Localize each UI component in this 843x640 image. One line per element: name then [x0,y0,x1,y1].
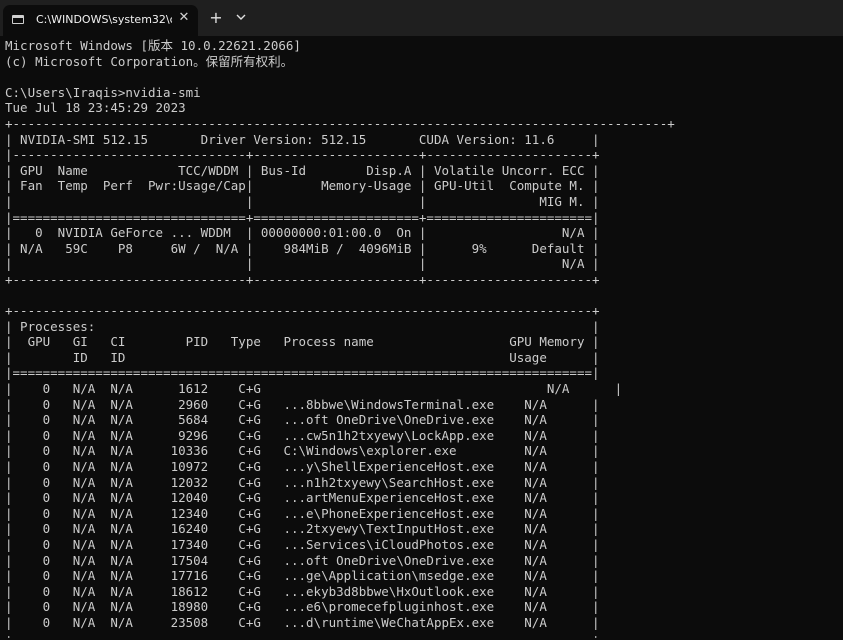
terminal-icon [12,15,24,24]
console-line: | GPU GI CI PID Type Process name GPU Me… [5,334,600,350]
console-line: | 0 N/A N/A 9296 C+G ...cw5n1h2txyewy\Lo… [5,427,600,443]
console-line: | 0 N/A N/A 12032 C+G ...n1h2txyewy\Sear… [5,474,600,490]
console-line: | 0 N/A N/A 17504 C+G ...oft OneDrive\On… [5,552,600,568]
console-line: +---------------------------------------… [5,303,600,319]
console-line: Microsoft Windows [版本 10.0.22621.2066] [5,38,301,53]
close-tab-icon[interactable]: ✕ [177,11,191,25]
console-line: | | | N/A | [5,256,600,272]
console-line: | 0 N/A N/A 1612 C+G N/A | [5,381,623,397]
console-line: | 0 N/A N/A 16240 C+G ...2txyewy\TextInp… [5,521,600,537]
tab-title: C:\WINDOWS\system32\cmd. [36,13,172,26]
console-line: | 0 N/A N/A 18980 C+G ...e6\promecefplug… [5,599,600,615]
console-line: +---------------------------------------… [5,631,837,638]
console-line: | 0 N/A N/A 18612 C+G ...ekyb3d8bbwe\HxO… [5,583,600,599]
new-tab-button[interactable]: + [207,9,225,27]
console-line: | 0 NVIDIA GeForce ... WDDM | 00000000:0… [5,225,600,241]
console-line: | 0 N/A N/A 5684 C+G ...oft OneDrive\One… [5,412,600,428]
tab-cmd[interactable]: C:\WINDOWS\system32\cmd. ✕ [3,5,198,36]
console-line: | 0 N/A N/A 2960 C+G ...8bbwe\WindowsTer… [5,396,600,412]
console-line: | 0 N/A N/A 10336 C+G C:\Windows\explore… [5,443,600,459]
console-line: | 0 N/A N/A 12340 C+G ...e\PhoneExperien… [5,505,600,521]
console-line: | Processes: | [5,318,600,334]
console-line: | NVIDIA-SMI 512.15 Driver Version: 512.… [5,131,600,147]
console-line: (c) Microsoft Corporation。保留所有权利。 [5,53,294,69]
console-output[interactable]: Microsoft Windows [版本 10.0.22621.2066] (c… [5,38,837,638]
console-line: +-------------------------------+-------… [5,271,600,287]
console-line: | GPU Name TCC/WDDM | Bus-Id Disp.A | Vo… [5,162,600,178]
console-line: |=======================================… [5,365,600,381]
console-line: | | | MIG M. | [5,193,600,209]
console-line: | N/A 59C P8 6W / N/A | 984MiB / 4096MiB… [5,240,600,256]
chevron-down-icon[interactable] [234,10,248,24]
console-line: Tue Jul 18 23:45:29 2023 [5,100,186,116]
console-line: C:\Users\Iraqis>nvidia-smi [5,84,201,100]
console-line: |===============================+=======… [5,209,600,225]
console-line: | 0 N/A N/A 23508 C+G ...d\runtime\WeCha… [5,614,600,630]
console-line: | 0 N/A N/A 17716 C+G ...ge\Application\… [5,568,600,584]
console-line: +---------------------------------------… [5,115,675,131]
console-line: |-------------------------------+-------… [5,147,600,163]
console-line: | Fan Temp Perf Pwr:Usage/Cap| Memory-Us… [5,178,600,194]
console-line: | 0 N/A N/A 17340 C+G ...Services\iCloud… [5,537,600,552]
console-line: | ID ID Usage | [5,349,600,365]
title-bar: C:\WINDOWS\system32\cmd. ✕ + [0,0,843,36]
console-line: | 0 N/A N/A 12040 C+G ...artMenuExperien… [5,490,600,506]
console-line: | 0 N/A N/A 10972 C+G ...y\ShellExperien… [5,459,600,475]
